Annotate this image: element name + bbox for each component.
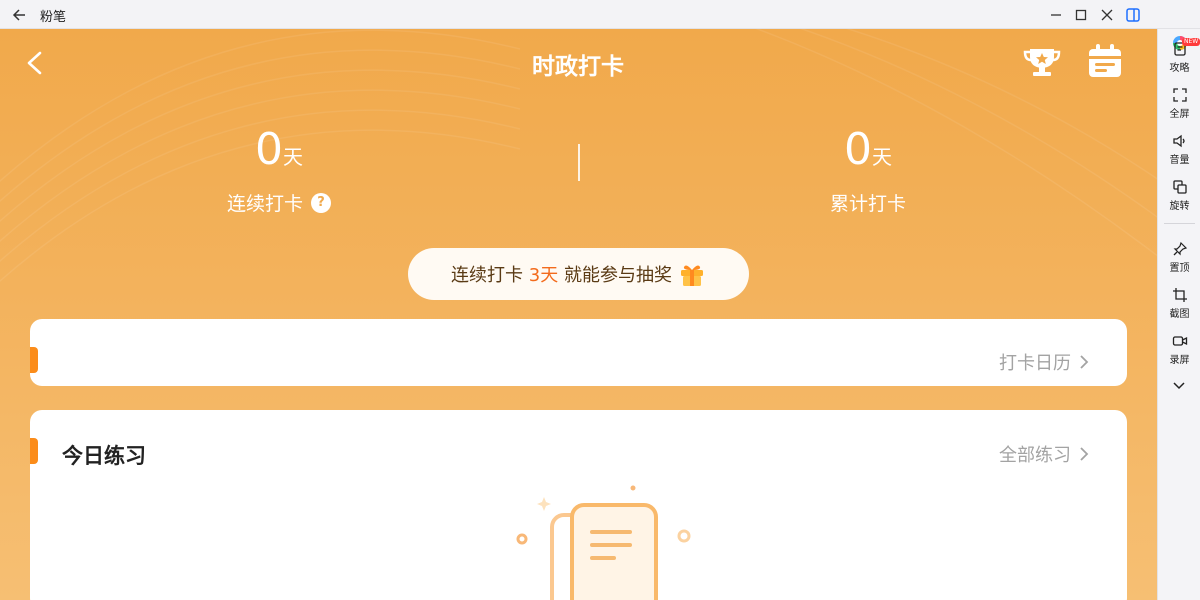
total-days-unit: 天 — [872, 145, 892, 169]
sidebar-toggle-icon[interactable] — [1123, 5, 1143, 25]
help-question-icon[interactable]: ? — [311, 192, 331, 213]
crop-icon — [1172, 288, 1187, 302]
stats-divider — [578, 144, 580, 181]
gift-icon — [680, 265, 703, 286]
consecutive-stat: 0天 连续打卡 ? — [179, 123, 379, 216]
trophy-icon[interactable] — [1022, 45, 1062, 77]
rotate-icon — [1172, 180, 1187, 194]
practice-card: 今日练习 全部练习 — [30, 410, 1127, 600]
record-icon — [1172, 336, 1187, 346]
calendar-link[interactable]: 打卡日历 — [999, 349, 1089, 375]
sidebar-item-screenshot[interactable]: 截图 — [1158, 287, 1200, 320]
total-stat: 0天 累计打卡 — [768, 123, 968, 216]
practice-title: 今日练习 — [62, 444, 146, 468]
lottery-promo-banner[interactable]: 连续打卡 3天 就能参与抽奖 — [408, 248, 749, 300]
consecutive-days-unit: 天 — [283, 145, 303, 169]
card-marker — [30, 438, 38, 464]
sidebar-item-label: 音量 — [1169, 155, 1190, 166]
promo-prefix: 连续打卡 — [451, 265, 529, 286]
window-title: 粉笔 — [40, 10, 67, 25]
total-days-value: 0 — [844, 124, 872, 175]
window-titlebar: 粉笔 — [0, 0, 1200, 29]
promo-suffix: 就能参与抽奖 — [558, 265, 672, 286]
pin-icon — [1173, 241, 1187, 256]
new-badge: NEW — [1182, 38, 1200, 46]
all-practice-label: 全部练习 — [999, 445, 1071, 466]
minimize-icon[interactable] — [1046, 5, 1066, 25]
calendar-card: 打卡日历 — [30, 319, 1127, 386]
page-title: 时政打卡 — [532, 54, 624, 80]
sidebar-separator — [1164, 223, 1195, 224]
nav-back-icon[interactable] — [22, 49, 48, 77]
back-arrow-icon[interactable] — [10, 5, 30, 25]
consecutive-days-value: 0 — [255, 124, 283, 175]
app-content: 时政打卡 0天 连续打卡 ? 0天 累计打卡 连续打卡 3天 就能参与抽奖 打卡… — [0, 29, 1157, 600]
sidebar-item-label: 置顶 — [1169, 263, 1190, 274]
close-icon[interactable] — [1097, 5, 1117, 25]
total-label: 累计打卡 — [829, 193, 906, 215]
sidebar-item-fullscreen[interactable]: 全屏 — [1158, 87, 1200, 120]
sidebar-item-label: 攻略 — [1169, 63, 1190, 74]
card-marker — [30, 347, 38, 373]
promo-highlight: 3天 — [528, 265, 559, 286]
chevron-down-icon[interactable] — [1172, 381, 1186, 391]
chevron-right-icon — [1080, 355, 1089, 369]
sidebar-item-guide[interactable]: NEW 攻略 — [1158, 38, 1200, 74]
calendar-icon[interactable] — [1086, 43, 1124, 79]
sidebar-item-rotate[interactable]: 旋转 — [1158, 179, 1200, 212]
sidebar-item-label: 全屏 — [1169, 109, 1190, 120]
sidebar-item-record[interactable]: 录屏 — [1158, 333, 1200, 366]
empty-document-illustration — [516, 485, 691, 600]
chevron-right-icon — [1080, 447, 1089, 461]
all-practice-link[interactable]: 全部练习 — [999, 441, 1089, 467]
sidebar-item-label: 录屏 — [1169, 355, 1190, 366]
consecutive-label: 连续打卡 — [226, 193, 303, 215]
volume-icon — [1172, 134, 1185, 148]
sidebar-item-pin[interactable]: 置顶 — [1158, 241, 1200, 274]
calendar-link-label: 打卡日历 — [999, 353, 1071, 374]
sidebar-item-label: 截图 — [1169, 309, 1190, 320]
fullscreen-icon — [1172, 88, 1187, 102]
sidebar-item-label: 旋转 — [1169, 201, 1190, 212]
sidebar-item-volume[interactable]: 音量 — [1158, 133, 1200, 166]
maximize-icon[interactable] — [1071, 5, 1091, 25]
side-toolbar: NEW 攻略 全屏 音量 旋转 置顶 截图 录屏 — [1157, 29, 1200, 600]
